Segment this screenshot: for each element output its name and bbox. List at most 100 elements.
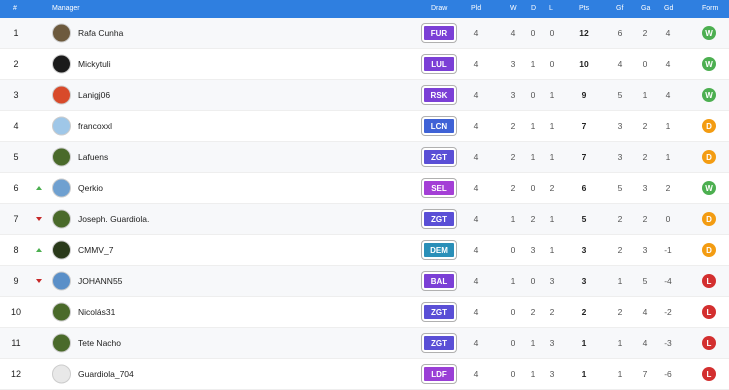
manager-name[interactable]: Lanigj06 xyxy=(78,90,110,100)
l-value: 1 xyxy=(549,152,555,162)
manager-name[interactable]: Tete Nacho xyxy=(78,338,121,348)
gf-value: 3 xyxy=(617,152,623,162)
table-row[interactable]: 4 francoxxl LCN 4 2 1 1 7 3 2 1 D xyxy=(0,111,729,142)
pld-value: 4 xyxy=(473,121,479,131)
club-badge[interactable]: LUL xyxy=(422,55,456,73)
club-badge[interactable]: ZGT xyxy=(422,303,456,321)
table-header: # Manager Draw Pld W D L Pts Gf Ga Gd Fo… xyxy=(0,0,729,18)
header-gf: Gf xyxy=(616,5,624,12)
club-badge[interactable]: LDF xyxy=(422,365,456,383)
pld-value: 4 xyxy=(473,152,479,162)
rank-number: 5 xyxy=(13,152,19,162)
gf-value: 3 xyxy=(617,121,623,131)
table-row[interactable]: 5 Lafuens ZGT 4 2 1 1 7 3 2 1 D xyxy=(0,142,729,173)
form-badge: D xyxy=(702,150,716,164)
club-badge[interactable]: ZGT xyxy=(422,210,456,228)
w-value: 2 xyxy=(510,183,516,193)
manager-name[interactable]: CMMV_7 xyxy=(78,245,113,255)
gd-value: 4 xyxy=(665,59,671,69)
gf-value: 5 xyxy=(617,90,623,100)
manager-name[interactable]: JOHANN55 xyxy=(78,276,122,286)
w-value: 1 xyxy=(510,276,516,286)
manager-name[interactable]: Lafuens xyxy=(78,152,108,162)
club-badge[interactable]: RSK xyxy=(422,86,456,104)
gf-value: 1 xyxy=(617,276,623,286)
pts-value: 7 xyxy=(581,152,587,162)
table-row[interactable]: 12 Guardiola_704 LDF 4 0 1 3 1 1 7 -6 L xyxy=(0,359,729,390)
table-row[interactable]: 9 JOHANN55 BAL 4 1 0 3 3 1 5 -4 L xyxy=(0,266,729,297)
gd-value: 2 xyxy=(665,183,671,193)
gd-value: -3 xyxy=(664,338,672,348)
gd-value: 1 xyxy=(665,121,671,131)
avatar[interactable] xyxy=(52,333,71,353)
avatar[interactable] xyxy=(52,271,71,291)
form-badge: W xyxy=(702,26,716,40)
gf-value: 6 xyxy=(617,28,623,38)
ga-value: 4 xyxy=(642,338,648,348)
avatar[interactable] xyxy=(52,54,71,74)
avatar[interactable] xyxy=(52,23,71,43)
club-badge[interactable]: DEM xyxy=(422,241,456,259)
club-badge[interactable]: SEL xyxy=(422,179,456,197)
rank-number: 10 xyxy=(10,307,21,317)
gf-value: 1 xyxy=(617,338,623,348)
table-row[interactable]: 3 Lanigj06 RSK 4 3 0 1 9 5 1 4 W xyxy=(0,80,729,111)
pts-value: 9 xyxy=(581,90,587,100)
club-badge[interactable]: FUR xyxy=(422,24,456,42)
avatar[interactable] xyxy=(52,178,71,198)
pts-value: 3 xyxy=(581,276,587,286)
avatar[interactable] xyxy=(52,302,71,322)
form-badge: D xyxy=(702,212,716,226)
manager-name[interactable]: francoxxl xyxy=(78,121,112,131)
w-value: 4 xyxy=(510,28,516,38)
rank-number: 1 xyxy=(13,28,19,38)
gd-value: 0 xyxy=(665,214,671,224)
gd-value: 4 xyxy=(665,90,671,100)
form-badge: W xyxy=(702,181,716,195)
table-row[interactable]: 6 Qerkio SEL 4 2 0 2 6 5 3 2 W xyxy=(0,173,729,204)
header-gd: Gd xyxy=(664,5,674,12)
w-value: 0 xyxy=(510,245,516,255)
form-badge: D xyxy=(702,243,716,257)
club-badge[interactable]: LCN xyxy=(422,117,456,135)
table-row[interactable]: 2 Mickytuli LUL 4 3 1 0 10 4 0 4 W xyxy=(0,49,729,80)
avatar[interactable] xyxy=(52,85,71,105)
club-badge[interactable]: ZGT xyxy=(422,334,456,352)
table-body: 1 Rafa Cunha FUR 4 4 0 0 1 2 6 2 4 W 2 Mickytuli LUL 4 3 1… xyxy=(0,18,729,390)
gf-value: 2 xyxy=(617,245,623,255)
gd-value: 4 xyxy=(665,28,671,38)
table-row[interactable]: 7 Joseph. Guardiola. ZGT 4 1 2 1 5 2 2 0 D xyxy=(0,204,729,235)
rank-number: 2 xyxy=(13,59,19,69)
rank-down-arrow-icon xyxy=(36,279,42,283)
avatar[interactable] xyxy=(52,116,71,136)
l-value: 1 xyxy=(549,214,555,224)
club-badge[interactable]: BAL xyxy=(422,272,456,290)
header-rank: # xyxy=(13,5,17,12)
table-row[interactable]: 10 Nicolás31 ZGT 4 0 2 2 2 2 4 -2 L xyxy=(0,297,729,328)
d-value: 2 xyxy=(530,307,536,317)
manager-name[interactable]: Mickytuli xyxy=(78,59,111,69)
manager-name[interactable]: Rafa Cunha xyxy=(78,28,123,38)
pts-value: 7 xyxy=(581,121,587,131)
ga-value: 3 xyxy=(642,245,648,255)
manager-name[interactable]: Nicolás31 xyxy=(78,307,115,317)
avatar[interactable] xyxy=(52,364,71,384)
table-row[interactable]: 1 Rafa Cunha FUR 4 4 0 0 12 6 2 4 W xyxy=(0,18,729,49)
d-value: 0 xyxy=(530,28,536,38)
rank-number: 9 xyxy=(13,276,19,286)
avatar[interactable] xyxy=(52,147,71,167)
form-badge: W xyxy=(702,57,716,71)
d-value: 0 xyxy=(530,90,536,100)
avatar[interactable] xyxy=(52,240,71,260)
header-d: D xyxy=(531,5,537,12)
d-value: 0 xyxy=(530,183,536,193)
table-row[interactable]: 8 CMMV_7 DEM 4 0 3 1 3 2 3 -1 D xyxy=(0,235,729,266)
club-badge[interactable]: ZGT xyxy=(422,148,456,166)
pts-value: 6 xyxy=(581,183,587,193)
avatar[interactable] xyxy=(52,209,71,229)
manager-name[interactable]: Qerkio xyxy=(78,183,103,193)
manager-name[interactable]: Joseph. Guardiola. xyxy=(78,214,149,224)
l-value: 2 xyxy=(549,307,555,317)
rank-number: 6 xyxy=(13,183,19,193)
table-row[interactable]: 11 Tete Nacho ZGT 4 0 1 3 1 1 4 -3 L xyxy=(0,328,729,359)
